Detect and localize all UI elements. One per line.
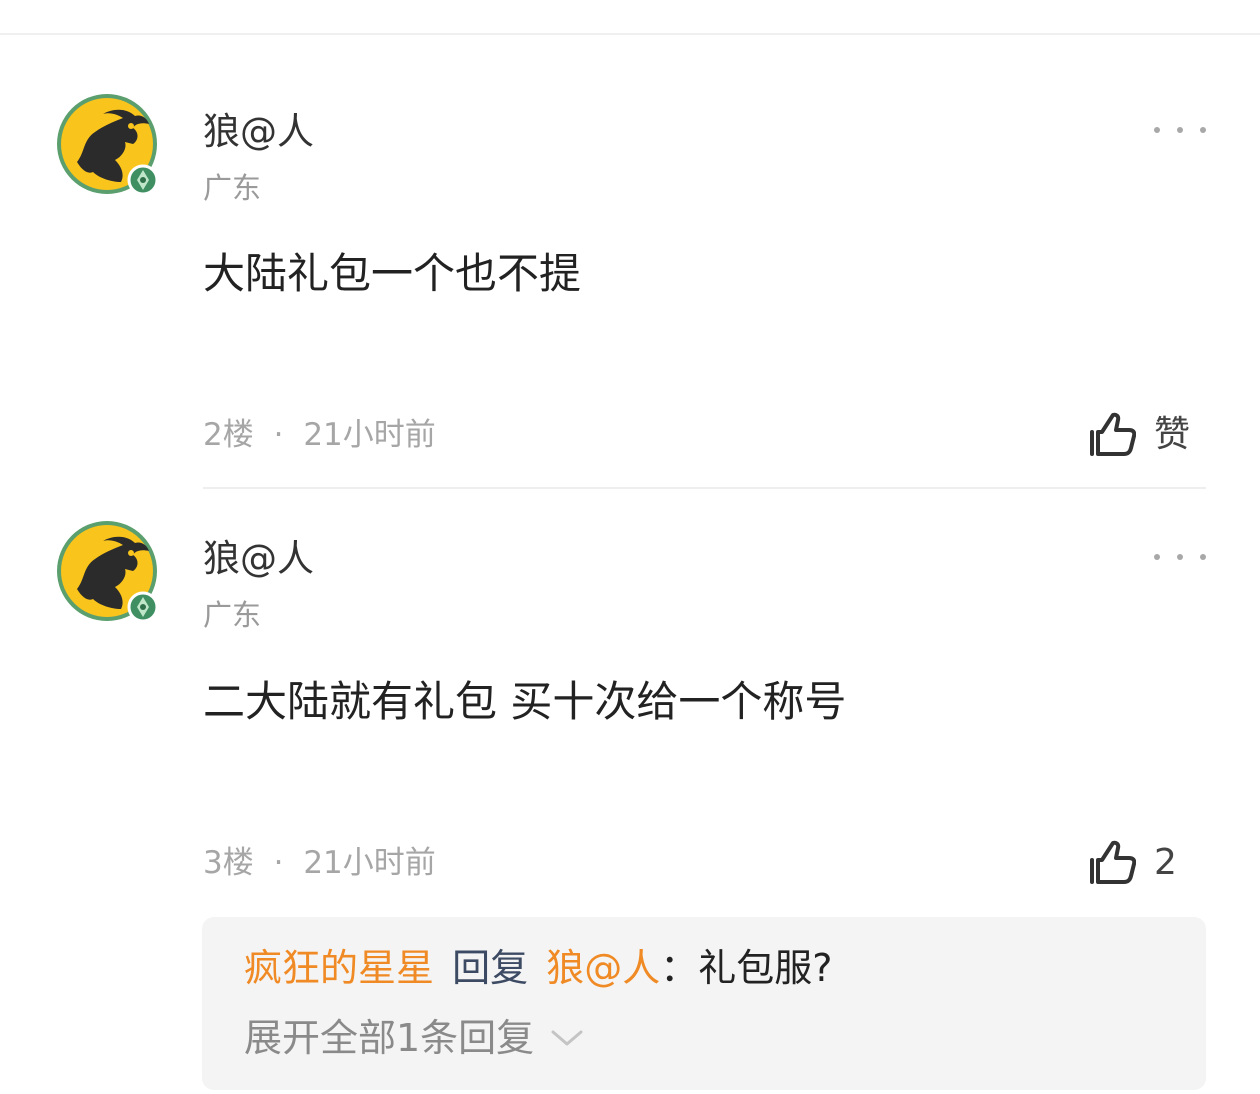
username[interactable]: 狼@人 [203,537,314,581]
location: 广东 [203,171,262,205]
reply-text: 礼包服? [698,946,833,990]
comment-text: 二大陆就有礼包 买十次给一个称号 [203,677,847,726]
floor-number: 3楼 [203,845,254,881]
top-divider [0,33,1260,35]
comment-meta: 2楼 · 21小时前 [203,416,436,454]
like-button[interactable]: 赞 [1088,410,1190,460]
like-button[interactable]: 2 [1088,838,1177,888]
location: 广东 [203,598,262,632]
comment-meta: 3楼 · 21小时前 [203,844,436,882]
thumbs-up-icon [1090,412,1136,456]
expand-replies-label: 展开全部1条回复 [244,1016,535,1060]
timestamp: 21小时前 [303,845,436,881]
more-dots-icon [1154,554,1160,560]
meta-separator: · [273,845,284,881]
reply-action: 回复 [452,946,529,990]
reply-author[interactable]: 疯狂的星星 [244,946,434,990]
reply-target[interactable]: 狼@人 [546,946,660,990]
comment-divider [203,487,1206,489]
timestamp: 21小时前 [303,417,436,453]
dragon-avatar[interactable] [55,92,161,198]
more-options-button[interactable] [1150,115,1210,145]
more-dots-icon [1154,127,1160,133]
expand-replies-button[interactable]: 展开全部1条回复 [244,1015,584,1061]
reply-colon: ： [660,946,699,990]
comment-text: 大陆礼包一个也不提 [203,249,582,298]
like-count: 2 [1154,842,1177,883]
username[interactable]: 狼@人 [203,110,314,154]
reply-box[interactable]: 疯狂的星星 回复 狼@人：礼包服? 展开全部1条回复 [202,917,1206,1090]
dragon-avatar[interactable] [55,519,161,625]
more-options-button[interactable] [1150,542,1210,572]
floor-number: 2楼 [203,417,254,453]
chevron-down-icon [551,1030,583,1046]
like-label: 赞 [1154,414,1191,455]
thumbs-up-icon [1090,840,1136,884]
reply-line: 疯狂的星星 回复 狼@人：礼包服? [244,945,832,991]
meta-separator: · [273,417,284,453]
